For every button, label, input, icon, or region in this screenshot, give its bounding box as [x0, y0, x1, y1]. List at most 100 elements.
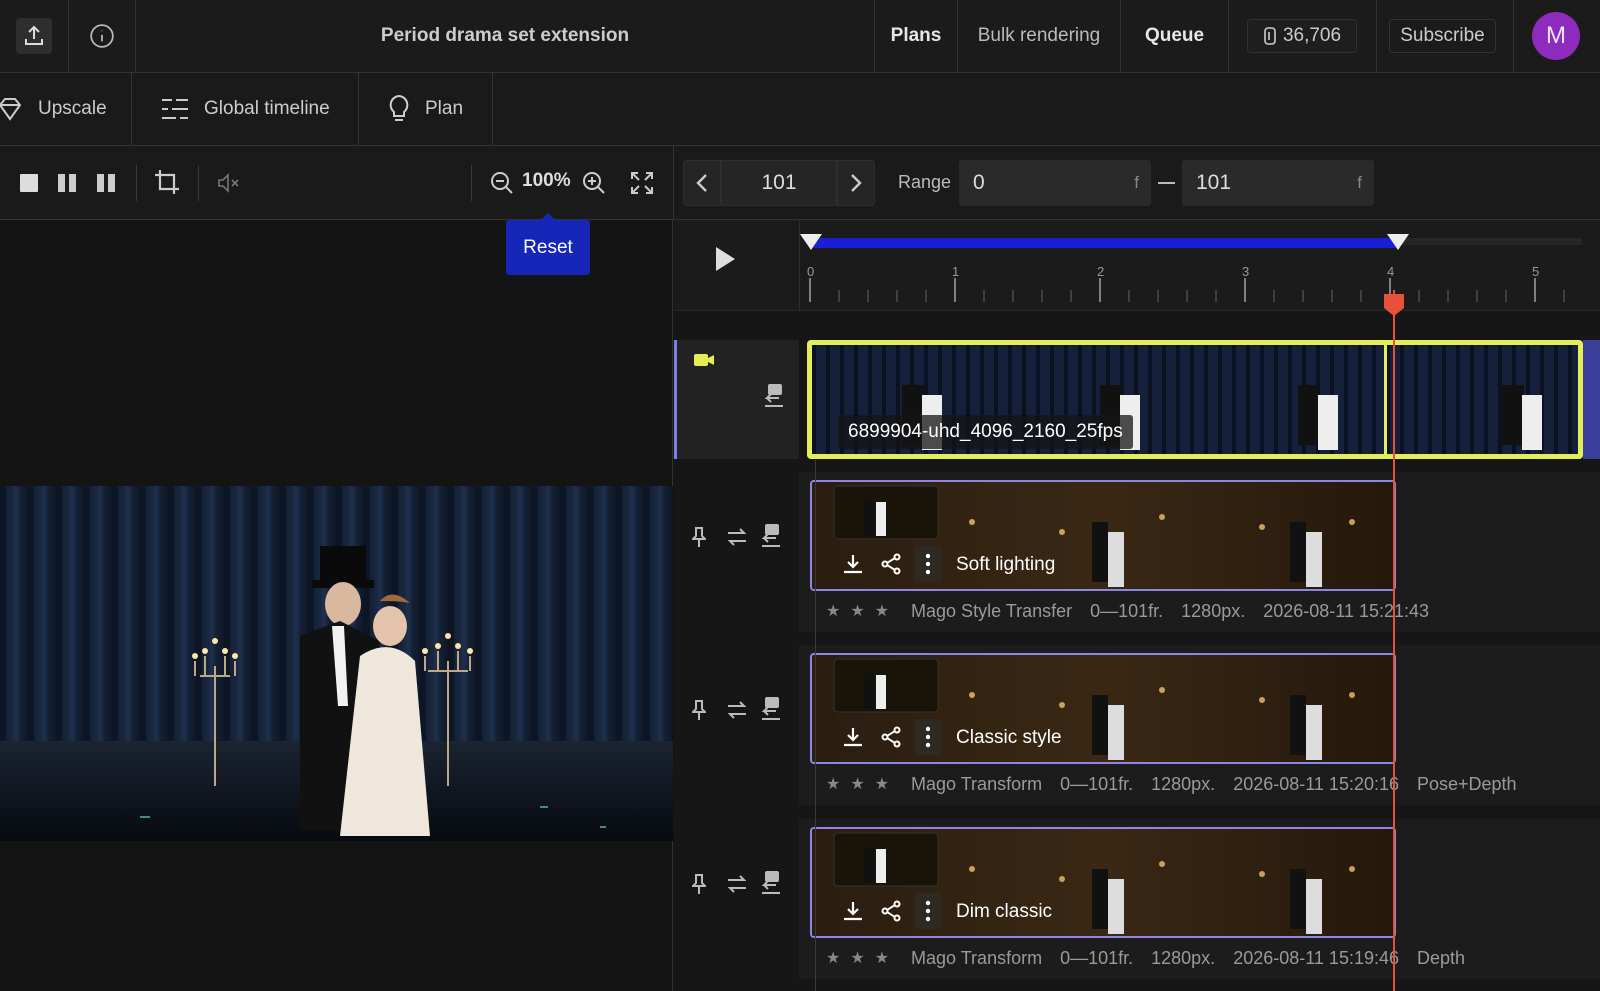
zoom-in-button[interactable]	[580, 168, 608, 198]
rating-star-icon[interactable]: ★	[850, 774, 864, 795]
toolbar-separator	[198, 165, 199, 201]
output-resolution: 1280px.	[1181, 601, 1246, 621]
mute-button[interactable]	[214, 168, 244, 198]
range-start-input[interactable]: 0 f	[959, 160, 1151, 206]
share-button[interactable]	[876, 895, 906, 927]
upload-icon	[16, 18, 52, 54]
nav-plans[interactable]: Plans	[875, 0, 958, 72]
source-track-end	[1583, 340, 1600, 459]
zoom-value: 100%	[522, 170, 571, 191]
expand-icon	[631, 172, 653, 194]
toolbar-separator	[471, 165, 472, 201]
share-button[interactable]	[876, 721, 906, 753]
rating-star-icon[interactable]: ★	[875, 948, 889, 969]
range-end-input[interactable]: 101 f	[1182, 160, 1374, 206]
mute-icon	[218, 173, 239, 193]
rating-star-icon[interactable]: ★	[826, 948, 840, 969]
nav-bulk-rendering[interactable]: Bulk rendering	[958, 0, 1121, 72]
nav-queue[interactable]: Queue	[1121, 0, 1229, 72]
current-frame-input[interactable]: 101	[721, 160, 837, 206]
output-date: 2026-08-11 15:21:43	[1263, 601, 1430, 621]
pin-icon[interactable]	[692, 526, 706, 548]
playhead-handle[interactable]	[1384, 294, 1404, 316]
subscribe-button[interactable]: Subscribe	[1389, 19, 1496, 53]
output-model: Mago Transform	[911, 774, 1043, 794]
tick-label: 1	[952, 264, 960, 279]
source-track: 6899904-uhd_4096_2160_25fps	[674, 340, 1600, 459]
tick-label: 4	[1387, 264, 1395, 279]
timeline-ruler[interactable]: 0 1 2 3 4 5	[674, 220, 1600, 311]
nav-plans-label: Plans	[890, 25, 942, 46]
columns-icon	[97, 174, 115, 192]
video-preview[interactable]	[0, 486, 673, 841]
output-clip[interactable]: Dim classic	[810, 827, 1396, 938]
credits-badge[interactable]: 36,706	[1247, 19, 1357, 53]
share-button[interactable]	[876, 548, 906, 580]
zoom-out-button[interactable]	[488, 168, 516, 198]
plan-tab[interactable]: Plan	[359, 73, 493, 145]
swap-icon[interactable]	[726, 526, 748, 548]
download-button[interactable]	[838, 548, 868, 580]
output-clip[interactable]: Classic style	[810, 653, 1396, 764]
rating-star-icon[interactable]: ★	[850, 601, 864, 622]
download-button[interactable]	[838, 721, 868, 753]
side-by-side-button[interactable]	[93, 168, 119, 198]
avatar[interactable]: M	[1532, 12, 1580, 60]
fullscreen-button[interactable]	[628, 168, 656, 198]
pin-icon[interactable]	[692, 873, 706, 895]
output-frames: 0—101fr.	[1090, 601, 1164, 621]
tick-label: 0	[807, 264, 815, 279]
rating-star-icon[interactable]: ★	[875, 601, 889, 622]
download-icon	[844, 728, 862, 747]
crop-button[interactable]	[152, 166, 182, 198]
rating-star-icon[interactable]: ★	[850, 948, 864, 969]
app-window: Period drama set extension Plans Bulk re…	[0, 0, 1600, 991]
more-options-button[interactable]	[914, 719, 942, 755]
output-extra: Depth	[1417, 948, 1466, 968]
more-options-button[interactable]	[914, 893, 942, 929]
next-frame-button[interactable]	[837, 160, 875, 206]
upscale-label: Upscale	[38, 98, 107, 119]
output-track: Classic style ★ ★ ★ Mago Transform 0—101…	[674, 645, 1600, 813]
more-options-button[interactable]	[914, 546, 942, 582]
upscale-tab[interactable]: Upscale	[0, 73, 132, 145]
rating-star-icon[interactable]: ★	[875, 774, 889, 795]
replace-clip-icon[interactable]	[763, 384, 785, 408]
square-icon	[20, 174, 38, 192]
split-view-button[interactable]	[54, 168, 80, 198]
playhead-line[interactable]	[1393, 290, 1395, 991]
download-button[interactable]	[838, 895, 868, 927]
global-timeline-tab[interactable]: Global timeline	[132, 73, 359, 145]
pin-icon[interactable]	[692, 699, 706, 721]
output-clip[interactable]: Soft lighting	[810, 480, 1396, 591]
swap-icon[interactable]	[726, 699, 748, 721]
source-clip[interactable]: 6899904-uhd_4096_2160_25fps	[807, 340, 1583, 459]
track-guide-line	[815, 460, 816, 991]
prev-frame-button[interactable]	[683, 160, 721, 206]
rating-star-icon[interactable]: ★	[826, 774, 840, 795]
info-button[interactable]	[69, 0, 136, 72]
more-vertical-icon	[925, 553, 931, 575]
replace-clip-icon[interactable]	[760, 524, 782, 548]
rating-star-icon[interactable]: ★	[826, 601, 840, 622]
output-extra: Pose+Depth	[1417, 774, 1517, 794]
stop-button[interactable]	[16, 168, 42, 198]
range-start-unit: f	[1134, 173, 1139, 192]
source-track-controls	[674, 340, 799, 459]
export-button[interactable]	[0, 0, 69, 72]
panel-separator	[673, 146, 674, 220]
swap-icon[interactable]	[726, 873, 748, 895]
reset-tooltip[interactable]: Reset	[506, 213, 590, 275]
output-model: Mago Transform	[911, 948, 1043, 968]
coin-icon	[1264, 27, 1276, 45]
project-title-area: Period drama set extension	[136, 0, 875, 72]
download-icon	[844, 902, 862, 921]
replace-clip-icon[interactable]	[760, 697, 782, 721]
top-bar: Period drama set extension Plans Bulk re…	[0, 0, 1600, 73]
more-vertical-icon	[925, 900, 931, 922]
crop-icon	[155, 170, 179, 194]
replace-clip-icon[interactable]	[760, 871, 782, 895]
output-clip-name: Soft lighting	[956, 554, 1056, 575]
output-resolution: 1280px.	[1151, 948, 1216, 968]
split-icon	[58, 174, 76, 192]
